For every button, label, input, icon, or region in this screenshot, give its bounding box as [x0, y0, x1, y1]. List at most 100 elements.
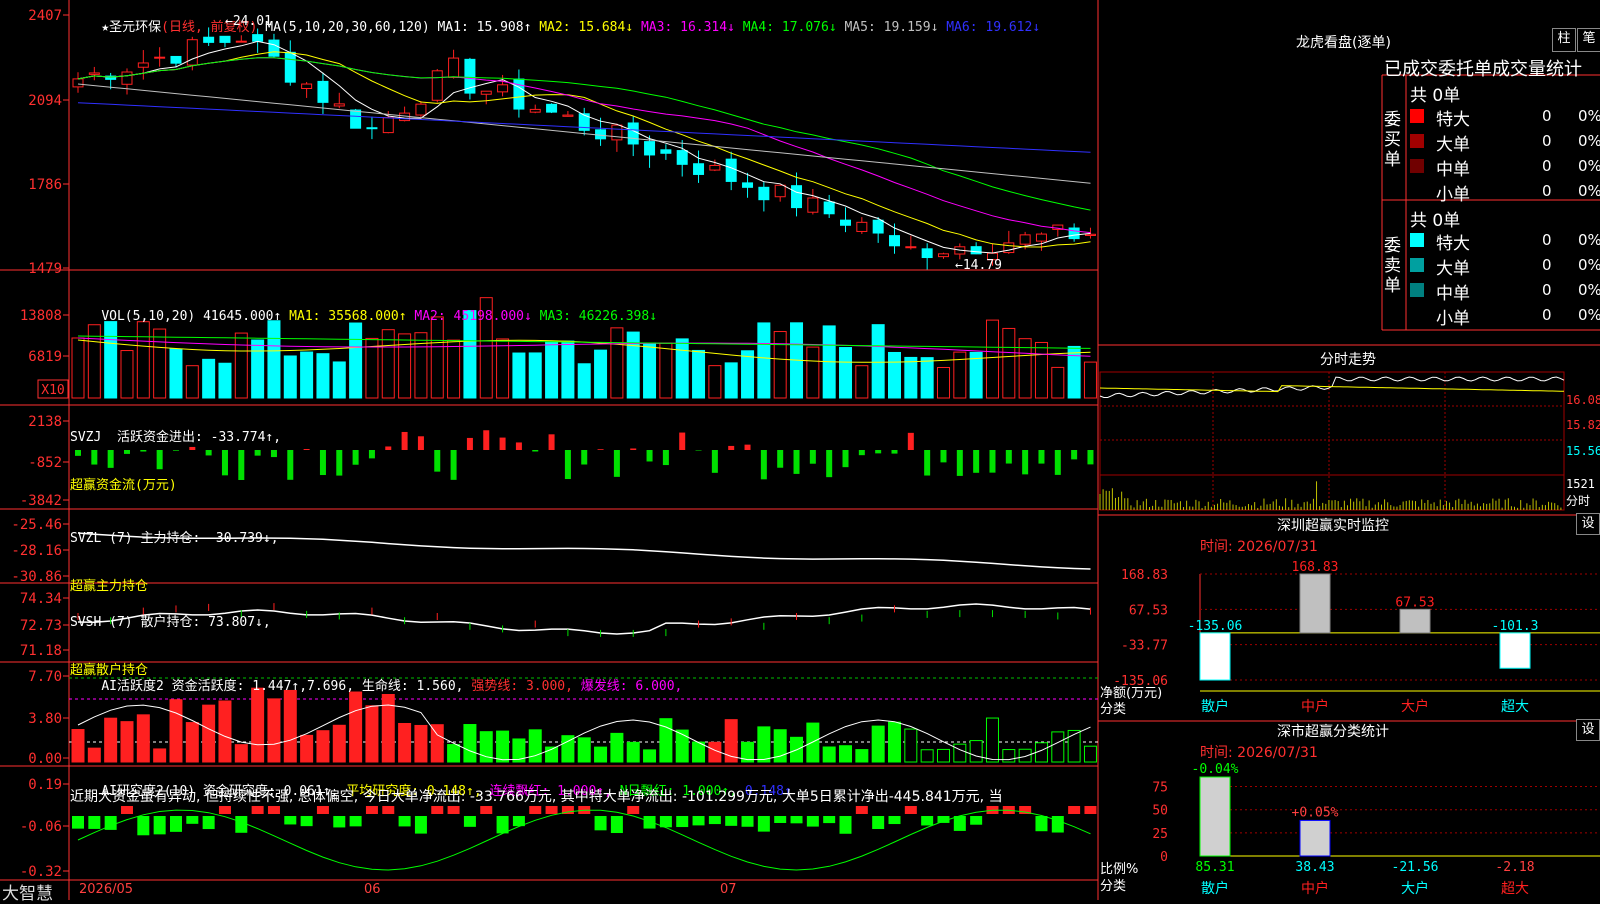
- vol-bar: [202, 358, 216, 399]
- svzj-bar: [679, 432, 686, 450]
- candle-body: [905, 246, 917, 249]
- sz-monitor-bar: [1299, 573, 1331, 634]
- sz-class-bar: [1199, 776, 1231, 857]
- sz-class-xlabel: 分类: [1100, 879, 1127, 894]
- ai1-bar: [724, 719, 738, 763]
- lhk-row: 中单 0 0%: [1410, 279, 1600, 304]
- ai1-burst: 爆发线: 6.000,: [580, 679, 683, 694]
- ai1-bar: [1083, 745, 1097, 763]
- ai1-bar: [1002, 749, 1016, 763]
- svzj-title: SVZJ 活跃资金进出: -33.774↑,: [70, 430, 282, 445]
- vol-bar: [904, 356, 918, 399]
- svzj-bar: [401, 431, 408, 450]
- candle-body: [823, 201, 835, 215]
- ma-line-5: [77, 83, 1091, 184]
- price-axis-label: 1786: [28, 177, 62, 193]
- candle-body: [807, 197, 819, 213]
- vol-ma1-line: [77, 339, 1091, 363]
- vol-header: VOL(5,10,20) 41645.000↑ MA1: 35568.000↑ …: [70, 294, 657, 339]
- vol-bar: [120, 350, 134, 399]
- ai1-bar: [822, 746, 836, 763]
- ai2-bar: [774, 816, 787, 823]
- svzj-bar: [646, 450, 653, 462]
- sz-monitor-category: 散户: [1201, 698, 1229, 715]
- candle-body: [742, 182, 754, 188]
- lhk-row-percent: 0%: [1578, 306, 1600, 324]
- candle-body: [88, 72, 100, 75]
- svzj-bar: [466, 437, 473, 450]
- svzj-axis-label: -3842: [20, 493, 62, 509]
- vol-ma2-line: [77, 337, 1091, 357]
- vol-bar: [692, 349, 706, 399]
- sz-class-category: 超大: [1501, 881, 1529, 897]
- vol-bar: [545, 341, 559, 399]
- svzj-bar: [842, 450, 849, 468]
- ai2-bar: [414, 816, 427, 834]
- svzj-bar: [891, 450, 898, 454]
- vol-bar: [234, 332, 248, 399]
- ai2-bar: [137, 816, 150, 836]
- lhk-row-percent: 0%: [1578, 157, 1600, 175]
- ai2-bar: [741, 816, 754, 827]
- lhk-row-percent: 0%: [1578, 231, 1600, 249]
- lhk-row-swatch: [1410, 233, 1424, 247]
- stock-name[interactable]: ★圣元环保: [101, 20, 161, 35]
- svzj-bar: [564, 450, 571, 480]
- ai2-bar: [1051, 816, 1064, 833]
- ai2-bar: [284, 816, 297, 825]
- ai2-bar: [708, 816, 721, 825]
- candle-body: [562, 114, 574, 117]
- ma-line-2: [77, 51, 1091, 248]
- intraday-axis-label: 16.08: [1566, 393, 1600, 407]
- sz-class-bottom-label: 38.43: [1295, 860, 1334, 875]
- ai1-bar: [594, 746, 608, 763]
- vol-bar: [643, 342, 657, 399]
- svzj-bar: [744, 444, 751, 450]
- sz-monitor-category: 大户: [1401, 698, 1429, 715]
- svzj-bar: [793, 450, 800, 474]
- brand-label[interactable]: 大智慧: [2, 879, 53, 904]
- vol-bar: [283, 355, 297, 399]
- sz-class-settings-button[interactable]: 设: [1576, 719, 1600, 741]
- svzj-bar: [630, 448, 637, 450]
- ai1-bar: [969, 740, 983, 763]
- sz-monitor-bar-label: -135.06: [1188, 619, 1243, 634]
- date-start: 2026/05: [79, 882, 134, 897]
- ai2-bar: [594, 816, 607, 831]
- ai2-bar: [333, 816, 346, 828]
- vol-bar: [1083, 361, 1097, 399]
- tick-mode-button[interactable]: 笔: [1577, 28, 1600, 52]
- candle-body: [415, 103, 427, 116]
- sz-monitor-settings-button[interactable]: 设: [1576, 513, 1600, 535]
- svzj-bar: [1054, 450, 1061, 475]
- svsh-axis-label: 71.18: [20, 643, 62, 659]
- lhk-row-percent: 0%: [1578, 281, 1600, 299]
- buy-total: 共 0单: [1410, 86, 1461, 106]
- lhk-row-percent: 0%: [1578, 132, 1600, 150]
- sz-class-top-label: -0.04%: [1192, 762, 1239, 777]
- ai2-bar: [202, 816, 215, 830]
- lhk-row-value: 0: [1542, 157, 1552, 175]
- ai2-bar: [463, 816, 476, 827]
- svzj-bar: [711, 450, 718, 473]
- vol-bar: [757, 322, 771, 399]
- ai1-bar: [626, 741, 640, 763]
- ai1-bar: [855, 749, 869, 763]
- ai1-bar: [1018, 748, 1032, 763]
- lhk-row: 特大 0 0%: [1410, 105, 1600, 130]
- ai2-bar: [398, 816, 411, 827]
- column-mode-button[interactable]: 柱: [1552, 28, 1576, 52]
- vol-ma1: MA1: 35568.000↑: [289, 309, 407, 324]
- sz-monitor-bar: [1499, 632, 1531, 669]
- sell-side-label: 委卖单: [1384, 236, 1401, 296]
- candle-body: [480, 90, 492, 95]
- svzj-bar: [907, 432, 914, 450]
- ma-params: MA(5,10,20,30,60,120): [265, 20, 430, 35]
- svzj-bar: [548, 434, 555, 450]
- vol-bar: [447, 339, 461, 399]
- ai2-bar: [921, 816, 934, 826]
- ai1-bar: [643, 749, 657, 763]
- svzj-bar: [434, 450, 441, 472]
- lhk-row-swatch: [1410, 134, 1424, 148]
- svzj-bar: [760, 450, 767, 480]
